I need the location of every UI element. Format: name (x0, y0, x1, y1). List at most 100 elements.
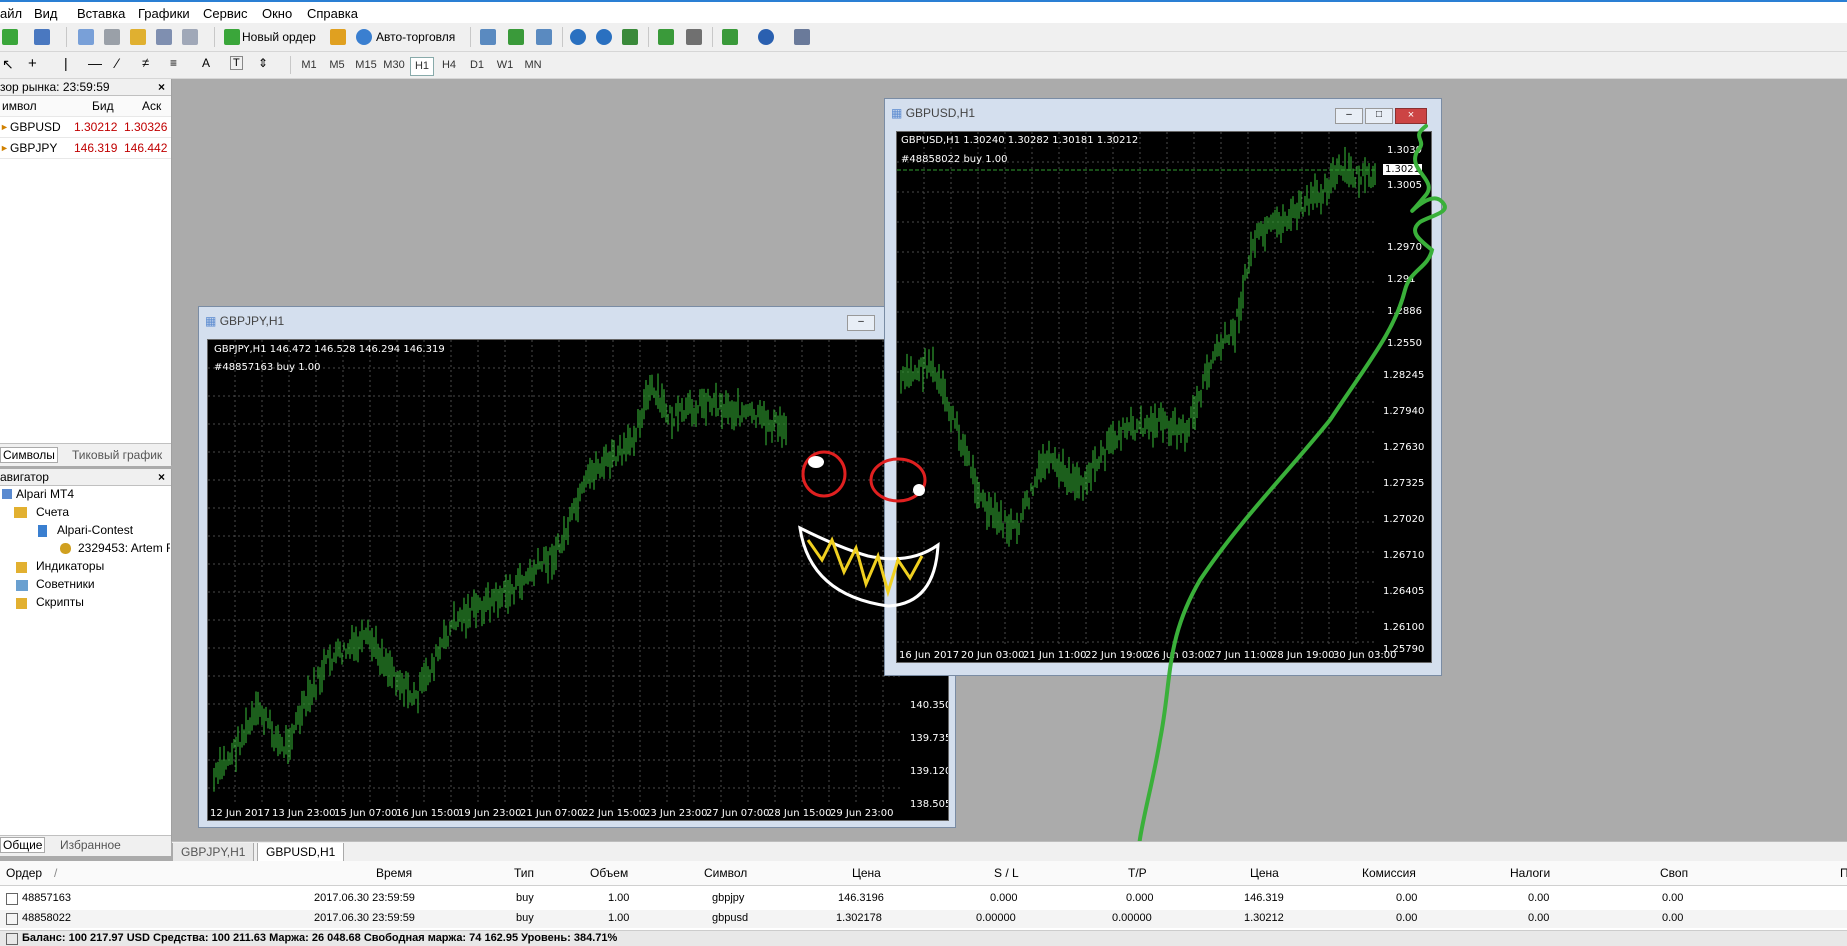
date-label: 19 Jun 23:00 (458, 808, 522, 819)
chart-tab-gbpusd[interactable]: GBPUSD,H1 (257, 843, 345, 862)
date-label: 28 Jun 15:00 (768, 808, 832, 819)
market-watch-title: зор рынка: 23:59:59 × (0, 79, 171, 96)
menu-insert[interactable]: Вставка (77, 6, 125, 21)
timeframe-m30[interactable]: M30 (382, 57, 406, 74)
autoscroll-icon[interactable] (658, 29, 674, 45)
tab-common[interactable]: Общие (0, 837, 46, 853)
timeframe-h1[interactable]: H1 (410, 57, 434, 76)
tree-item-contest[interactable]: Alpari-Contest (57, 523, 133, 537)
timeframe-h4[interactable]: H4 (438, 57, 460, 74)
zoom-in-icon[interactable] (570, 29, 586, 45)
timeframe-m1[interactable]: M1 (298, 57, 320, 74)
tree-item-account[interactable]: 2329453: Artem F (78, 541, 170, 555)
menu-file[interactable]: айл (0, 6, 22, 21)
market-watch-icon[interactable] (78, 29, 94, 45)
periods-icon[interactable] (758, 29, 774, 45)
menu-charts[interactable]: Графики (138, 6, 190, 21)
close-button[interactable]: × (1395, 108, 1427, 124)
current-price-marker: 1.3021 (1383, 164, 1422, 175)
tree-item-accounts[interactable]: Счета (36, 505, 69, 519)
server-icon (38, 525, 47, 537)
new-order-icon[interactable] (224, 29, 240, 45)
menu-view[interactable]: Вид (34, 6, 58, 21)
tab-favorites[interactable]: Избранное (60, 838, 121, 852)
zoom-out-icon[interactable] (596, 29, 612, 45)
table-row[interactable]: 48857163 2017.06.30 23:59:59 buy 1.00 gb… (0, 890, 1847, 908)
navigator-icon[interactable] (130, 29, 146, 45)
crosshair-icon[interactable]: + (28, 55, 37, 72)
chart-area-gbpjpy[interactable]: GBPJPY,H1 146.472 146.528 146.294 146.31… (207, 339, 949, 821)
tree-item-scripts[interactable]: Скрипты (36, 595, 84, 609)
timeframe-m5[interactable]: M5 (326, 57, 348, 74)
menu-window[interactable]: Окно (262, 6, 292, 21)
fibonacci-icon[interactable]: ≡ (170, 56, 177, 70)
channel-icon[interactable]: ≠ (142, 55, 149, 70)
tab-symbols[interactable]: Символы (0, 447, 58, 463)
date-label: 27 Jun 07:00 (706, 808, 770, 819)
toolbar-separator (290, 56, 291, 74)
menu-service[interactable]: Сервис (203, 6, 248, 21)
timeframe-d1[interactable]: D1 (466, 57, 488, 74)
terminal-icon[interactable] (156, 29, 172, 45)
toolbar-separator (66, 27, 67, 47)
navigator-title: авигатор × (0, 469, 171, 486)
trendline-icon[interactable]: ⁄ (116, 55, 118, 71)
chart-tab-gbpjpy[interactable]: GBPJPY,H1 (172, 843, 255, 862)
arrows-icon[interactable]: ⇕ (258, 56, 268, 70)
price-label: 1.2886 (1387, 306, 1422, 317)
timeframe-m15[interactable]: M15 (354, 57, 378, 74)
accounts-icon (14, 507, 27, 518)
timeframe-mn[interactable]: MN (522, 57, 544, 74)
indicators-icon (16, 562, 27, 573)
tree-item-indicators[interactable]: Индикаторы (36, 559, 104, 573)
bar-chart-icon[interactable] (480, 29, 496, 45)
drawing-toolbar: ↖ + | — ⁄ ≠ ≡ A T ⇕ M1 M5 M15 M30 H1 H4 … (0, 52, 1847, 79)
tree-item-experts[interactable]: Советники (36, 577, 95, 591)
text-label-icon[interactable]: T (230, 56, 243, 70)
line-chart-icon[interactable] (536, 29, 552, 45)
market-watch-row[interactable]: ► GBPJPY 146.319 146.442 (0, 138, 171, 159)
chart-shift-icon[interactable] (686, 29, 702, 45)
close-icon[interactable]: × (158, 469, 165, 485)
auto-trading-icon[interactable] (356, 29, 372, 45)
tree-item-alpari[interactable]: Alpari MT4 (16, 487, 74, 501)
indicators-icon[interactable] (722, 29, 738, 45)
balance-row: Баланс: 100 217.97 USD Средства: 100 211… (0, 930, 1847, 946)
auto-trading-button[interactable]: Авто-торговля (376, 30, 455, 44)
chart-area-gbpusd[interactable]: GBPUSD,H1 1.30240 1.30282 1.30181 1.3021… (896, 131, 1432, 663)
new-order-button[interactable]: Новый ордер (242, 30, 316, 44)
tile-windows-icon[interactable] (622, 29, 638, 45)
minimize-button[interactable]: – (847, 315, 875, 331)
tab-tick-chart[interactable]: Тиковый график (72, 448, 162, 462)
order-label: #48858022 buy 1.00 (901, 154, 1008, 165)
cursor-icon[interactable]: ↖ (2, 56, 14, 73)
price-label: 139.120 (910, 766, 949, 777)
chart-window-gbpusd[interactable]: ▦ GBPUSD,H1 – □ × GBPUSD,H1 1.30240 1.30… (884, 98, 1442, 676)
toolbar-separator (648, 27, 649, 47)
menu-help[interactable]: Справка (307, 6, 358, 21)
close-icon[interactable]: × (158, 79, 165, 95)
horizontal-line-icon[interactable]: — (88, 55, 102, 71)
templates-icon[interactable] (794, 29, 810, 45)
price-label: 1.291 (1387, 274, 1416, 285)
timeframe-w1[interactable]: W1 (494, 57, 516, 74)
profiles-icon[interactable] (34, 29, 50, 45)
meta-editor-icon[interactable] (330, 29, 346, 45)
price-label: 1.26710 (1383, 550, 1425, 561)
text-icon[interactable]: A (202, 56, 210, 70)
scripts-icon (16, 598, 27, 609)
tester-icon[interactable] (182, 29, 198, 45)
price-label: 1.26100 (1383, 622, 1425, 633)
price-label: 1.2550 (1387, 338, 1422, 349)
candlestick-icon[interactable] (508, 29, 524, 45)
chart-window-gbpjpy[interactable]: ▦ GBPJPY,H1 – GBPJPY,H1 146.472 146.528 … (198, 306, 956, 828)
date-label: 20 Jun 03:00 (961, 650, 1025, 661)
new-chart-icon[interactable] (2, 29, 18, 45)
data-window-icon[interactable] (104, 29, 120, 45)
table-row[interactable]: 48858022 2017.06.30 23:59:59 buy 1.00 gb… (0, 910, 1847, 928)
maximize-button[interactable]: □ (1365, 108, 1393, 124)
chart-header: GBPUSD,H1 1.30240 1.30282 1.30181 1.3021… (901, 135, 1139, 146)
vertical-line-icon[interactable]: | (64, 55, 68, 71)
minimize-button[interactable]: – (1335, 108, 1363, 124)
market-watch-row[interactable]: ► GBPUSD 1.30212 1.30326 (0, 117, 171, 138)
